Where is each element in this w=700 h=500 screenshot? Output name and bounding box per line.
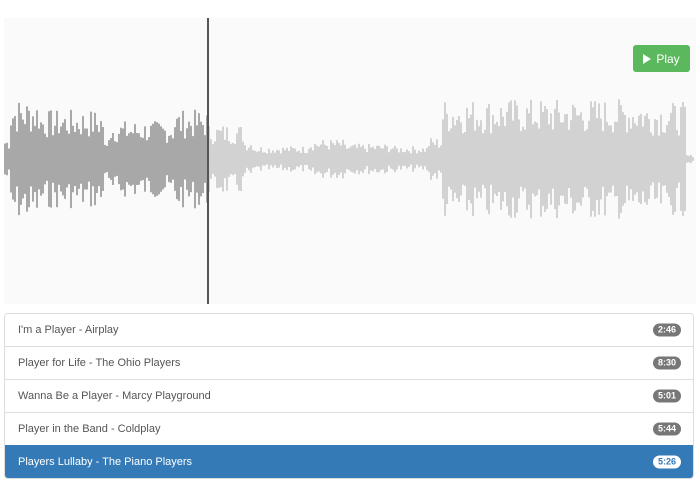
track-duration-badge: 8:30 xyxy=(652,356,681,370)
track-title: Player for Life - The Ohio Players xyxy=(18,357,181,369)
playlist-track-2[interactable]: Player for Life - The Ohio Players 8:30 xyxy=(5,346,693,379)
playlist: I'm a Player - Airplay 2:46 Player for L… xyxy=(4,313,694,479)
play-icon xyxy=(643,53,652,64)
playlist-track-1[interactable]: I'm a Player - Airplay 2:46 xyxy=(5,314,693,346)
track-title: Player in the Band - Coldplay xyxy=(18,423,161,435)
track-duration-badge: 5:26 xyxy=(652,455,681,469)
play-button[interactable]: Play xyxy=(633,45,690,72)
playlist-track-5[interactable]: Players Lullaby - The Piano Players 5:26 xyxy=(5,445,693,478)
playlist-track-4[interactable]: Player in the Band - Coldplay 5:44 xyxy=(5,412,693,445)
waveform[interactable] xyxy=(4,18,696,304)
play-button-label: Play xyxy=(656,51,680,66)
track-title: Players Lullaby - The Piano Players xyxy=(18,456,193,468)
track-duration-badge: 2:46 xyxy=(652,323,681,337)
track-title: Wanna Be a Player - Marcy Playground xyxy=(18,390,211,402)
track-title: I'm a Player - Airplay xyxy=(18,324,119,336)
track-duration-badge: 5:44 xyxy=(652,422,681,436)
waveform-panel[interactable]: Play xyxy=(4,18,696,304)
track-duration-badge: 5:01 xyxy=(652,389,681,403)
playlist-track-3[interactable]: Wanna Be a Player - Marcy Playground 5:0… xyxy=(5,379,693,412)
